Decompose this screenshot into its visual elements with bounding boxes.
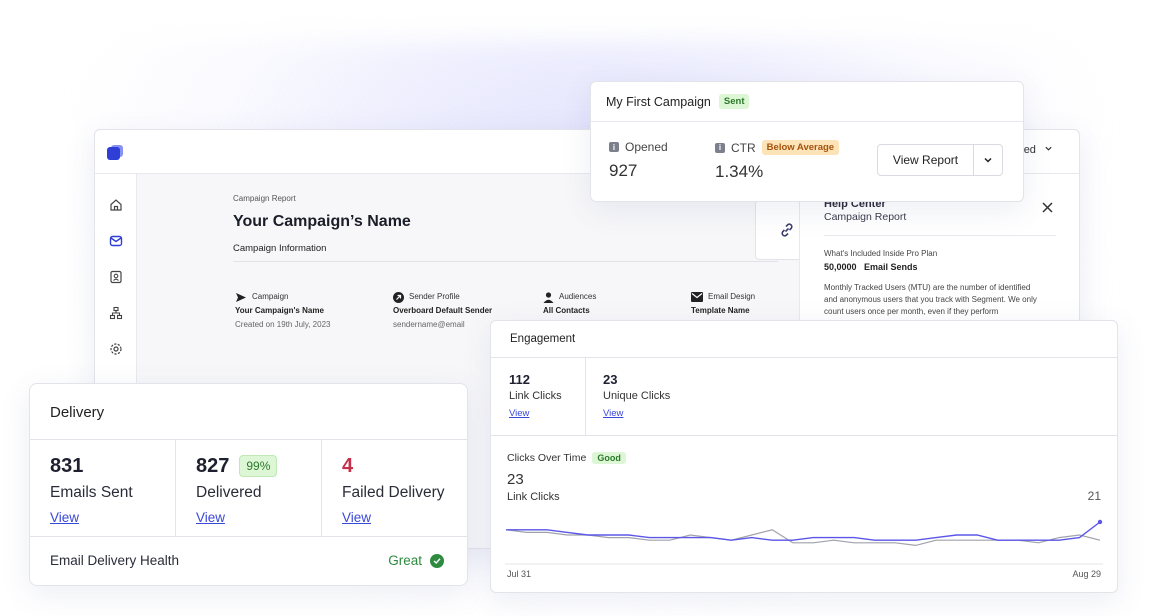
contacts-icon[interactable]	[107, 268, 125, 286]
info-label: Campaign	[252, 292, 289, 301]
link-icon	[781, 223, 793, 237]
campaign-popup: My First Campaign Sent i Opened 927 i CTR B…	[590, 81, 1024, 202]
info-value: Your Campaign's Name	[235, 306, 324, 315]
view-link[interactable]: View	[342, 510, 371, 525]
campaign-name: My First Campaign	[606, 94, 711, 109]
divider	[824, 235, 1056, 236]
clicks-line-chart	[505, 519, 1103, 565]
delivery-health-row: Email Delivery Health Great	[30, 537, 467, 586]
info-icon: i	[609, 142, 619, 152]
percent-badge: 99%	[239, 455, 278, 477]
hierarchy-icon[interactable]	[107, 304, 125, 322]
info-sub: Created on 19th July, 2023	[235, 320, 331, 329]
failed-stat: 4 Failed Delivery View	[322, 440, 467, 536]
stat-label: Link Clicks	[509, 390, 562, 402]
health-label: Email Delivery Health	[50, 553, 180, 568]
stat-label: Emails Sent	[50, 484, 133, 501]
info-sender: Sender Profile Overboard Default Sender …	[393, 290, 492, 332]
info-sub: sendername@email	[393, 320, 465, 329]
help-subtitle: Campaign Report	[824, 211, 907, 223]
opened-value: 927	[609, 161, 638, 180]
mail-icon	[691, 292, 703, 302]
info-value: All Contacts	[543, 306, 590, 315]
report-dropdown-button[interactable]	[974, 145, 1002, 175]
stat-value: 4	[342, 454, 354, 477]
info-label: Audiences	[559, 292, 597, 301]
view-report-split-button: View Report	[877, 144, 1003, 176]
ctr-badge: Below Average	[761, 140, 840, 155]
unique-clicks-stat: 23 Unique Clicks View	[603, 372, 670, 421]
health-status: Great	[388, 553, 444, 568]
user-icon	[543, 291, 554, 303]
opened-metric: i Opened 927	[609, 140, 668, 181]
delivery-title: Delivery	[30, 384, 467, 440]
account-menu[interactable]: ed	[1024, 144, 1053, 156]
series-line-current	[506, 521, 1101, 541]
ctr-label: CTR	[731, 140, 756, 155]
arrow-circle-icon	[393, 291, 404, 303]
opened-label: Opened	[625, 140, 668, 154]
chevron-down-icon	[984, 157, 992, 163]
health-value: Great	[388, 553, 422, 568]
stat-label: Delivered	[196, 484, 262, 501]
good-badge: Good	[592, 452, 626, 464]
stat-value: 827	[196, 454, 230, 477]
help-paragraph: Monthly Tracked Users (MTU) are the numb…	[824, 283, 1037, 316]
x-axis-end: Aug 29	[1072, 569, 1101, 579]
series-end-point	[1097, 519, 1103, 525]
account-label: ed	[1023, 144, 1036, 156]
info-value: Overboard Default Sender	[393, 306, 493, 315]
home-icon[interactable]	[107, 196, 125, 214]
status-badge: Sent	[718, 94, 750, 109]
chart-subtitle: Link Clicks	[507, 491, 560, 503]
campaign-header: My First Campaign Sent	[591, 82, 1023, 122]
inbox-icon[interactable]	[107, 232, 125, 250]
plan-label: What's Included Inside Pro Plan	[824, 249, 938, 258]
chart-value: 23	[507, 471, 524, 488]
info-audiences: Audiences All Contacts	[543, 290, 596, 318]
engagement-card: Engagement 112 Link Clicks View 23 Uniqu…	[490, 320, 1118, 593]
stat-value: 112	[509, 372, 530, 387]
view-link[interactable]: View	[603, 408, 623, 419]
send-icon	[236, 292, 246, 302]
ctr-value: 1.34%	[715, 162, 764, 181]
info-design: Email Design Template Name	[691, 290, 755, 318]
link-clicks-stat: 112 Link Clicks View	[509, 372, 562, 421]
info-label: Email Design	[708, 292, 756, 301]
delivered-stat: 827 99% Delivered View	[176, 440, 322, 536]
info-value: Template Name	[691, 306, 750, 315]
stat-value: 23	[603, 372, 618, 387]
stat-label: Failed Delivery	[342, 484, 445, 501]
app-logo[interactable]	[107, 145, 123, 161]
chart-end-value: 21	[1087, 489, 1101, 503]
close-icon[interactable]	[1042, 202, 1053, 213]
view-link[interactable]: View	[196, 510, 225, 525]
campaign-report: Campaign Report Your Campaign’s Name Cam…	[233, 194, 778, 262]
view-report-button[interactable]: View Report	[878, 145, 974, 175]
section-title: Campaign Information	[233, 243, 778, 262]
x-axis-start: Jul 31	[507, 569, 532, 579]
stat-label: Unique Clicks	[603, 390, 671, 402]
chart-title-text: Clicks Over Time	[507, 452, 587, 464]
divider	[585, 358, 586, 436]
settings-icon[interactable]	[107, 340, 125, 358]
view-link[interactable]: View	[509, 408, 529, 419]
view-link[interactable]: View	[50, 510, 79, 525]
stat-value: 831	[50, 454, 84, 477]
delivery-card: Delivery 831 Emails Sent View 827 99% Del…	[29, 383, 468, 586]
info-icon: i	[715, 142, 725, 153]
engagement-stats: 112 Link Clicks View 23 Unique Clicks Vi…	[491, 358, 1117, 436]
series-line-previous	[505, 529, 1101, 547]
ctr-metric: i CTR Below Average 1.34%	[715, 140, 840, 182]
delivery-stats: 831 Emails Sent View 827 99% Delivered Vi…	[30, 440, 467, 537]
chart-title: Clicks Over Time Good	[507, 452, 626, 464]
plan-value: 50,0000 Email Sends	[824, 262, 918, 272]
check-icon	[430, 553, 444, 568]
page-title: Your Campaign’s Name	[233, 213, 411, 230]
info-campaign: Campaign Your Campaign's Name Created on…	[235, 290, 330, 332]
info-label: Sender Profile	[409, 292, 460, 301]
engagement-title: Engagement	[491, 321, 1117, 358]
emails-sent-stat: 831 Emails Sent View	[30, 440, 176, 536]
chevron-down-icon	[1045, 146, 1052, 151]
